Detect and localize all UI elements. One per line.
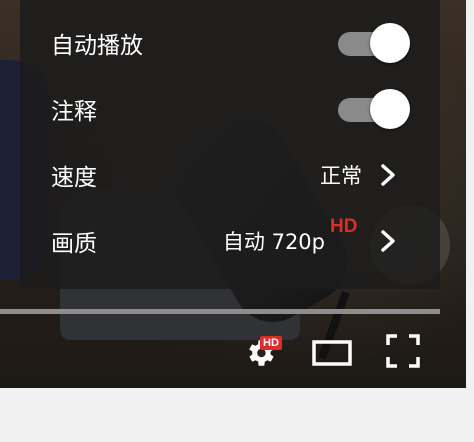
annotations-row[interactable]: 注释 [20,76,440,142]
quality-hd-badge: HD [330,216,358,237]
autoplay-toggle-knob [370,23,410,63]
video-player[interactable]: 自动播放 注释 速度 正常 画质 自动 720p HD HD [0,0,466,388]
annotations-label: 注释 [51,99,97,125]
settings-menu: 自动播放 注释 速度 正常 画质 自动 720p HD [20,0,440,289]
chevron-right-icon [381,164,395,186]
autoplay-label: 自动播放 [51,33,143,59]
annotations-toggle-knob [370,89,410,129]
quality-value: 自动 720p [222,230,325,254]
speed-label: 速度 [51,165,97,191]
progress-bar[interactable] [0,309,440,314]
settings-hd-badge: HD [260,336,282,350]
theater-mode-icon[interactable] [312,340,352,366]
quality-label: 画质 [51,231,97,257]
annotations-toggle[interactable] [338,89,410,129]
speed-value: 正常 [320,164,362,188]
quality-row[interactable]: 画质 自动 720p HD [20,208,440,274]
chevron-right-icon [381,230,395,252]
speed-row[interactable]: 速度 正常 [20,142,440,208]
autoplay-row[interactable]: 自动播放 [20,10,440,76]
autoplay-toggle[interactable] [338,23,410,63]
fullscreen-icon[interactable] [386,334,420,368]
